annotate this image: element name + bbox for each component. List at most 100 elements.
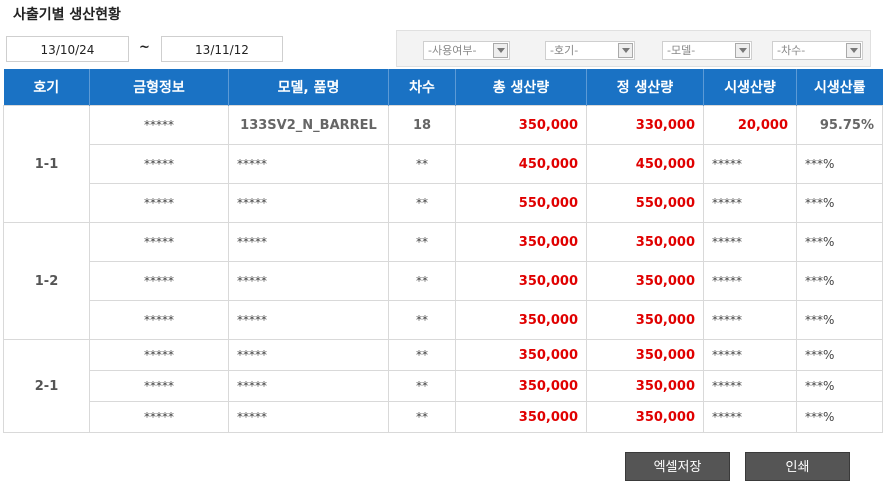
trial-qty-cell: ***** bbox=[703, 401, 797, 433]
table-row[interactable]: ***** ***** ** 550,000 550,000 ***** ***… bbox=[4, 183, 883, 223]
col-header-machine: 호기 bbox=[3, 69, 90, 106]
good-qty-cell: 350,000 bbox=[586, 300, 704, 340]
total-qty-cell: 350,000 bbox=[455, 222, 587, 262]
total-qty-cell: 350,000 bbox=[455, 261, 587, 301]
mold-cell: ***** bbox=[89, 401, 229, 433]
order-cell: ** bbox=[388, 300, 456, 340]
date-from-input[interactable]: 13/10/24 bbox=[6, 36, 129, 62]
trial-qty-cell: ***** bbox=[703, 261, 797, 301]
trial-rate-cell: ***% bbox=[796, 300, 883, 340]
good-qty-cell: 350,000 bbox=[586, 222, 704, 262]
order-cell: ** bbox=[388, 144, 456, 184]
chevron-down-icon[interactable] bbox=[735, 43, 750, 58]
col-header-order: 차수 bbox=[388, 69, 456, 106]
trial-rate-cell: 95.75% bbox=[796, 105, 883, 145]
model-cell: ***** bbox=[228, 144, 389, 184]
order-select[interactable]: -차수- bbox=[772, 41, 863, 60]
trial-qty-cell: ***** bbox=[703, 144, 797, 184]
machine-group-cell: 2-1 bbox=[3, 339, 90, 433]
trial-qty-cell: ***** bbox=[703, 370, 797, 402]
total-qty-cell: 550,000 bbox=[455, 183, 587, 223]
trial-rate-cell: ***% bbox=[796, 144, 883, 184]
col-header-mold: 금형정보 bbox=[89, 69, 229, 106]
mold-cell: ***** bbox=[89, 300, 229, 340]
date-to-input[interactable]: 13/11/12 bbox=[161, 36, 283, 62]
model-select-value: -모델- bbox=[667, 44, 696, 57]
use-yn-select[interactable]: -사용여부- bbox=[423, 41, 510, 60]
good-qty-cell: 550,000 bbox=[586, 183, 704, 223]
model-select[interactable]: -모델- bbox=[662, 41, 752, 60]
good-qty-cell: 350,000 bbox=[586, 261, 704, 301]
trial-rate-cell: ***% bbox=[796, 401, 883, 433]
col-header-total: 총 생산량 bbox=[455, 69, 587, 106]
mold-cell: ***** bbox=[89, 261, 229, 301]
model-cell: ***** bbox=[228, 401, 389, 433]
mold-cell: ***** bbox=[89, 144, 229, 184]
production-table: 호기 금형정보 모델, 품명 차수 총 생산량 정 생산량 시생산량 시생산률 … bbox=[3, 69, 883, 433]
mold-cell: ***** bbox=[89, 339, 229, 371]
machine-group-cell: 1-1 bbox=[3, 105, 90, 223]
chevron-down-icon[interactable] bbox=[846, 43, 861, 58]
trial-qty-cell: 20,000 bbox=[703, 105, 797, 145]
trial-rate-cell: ***% bbox=[796, 183, 883, 223]
chevron-down-icon[interactable] bbox=[493, 43, 508, 58]
trial-rate-cell: ***% bbox=[796, 261, 883, 301]
total-qty-cell: 350,000 bbox=[455, 370, 587, 402]
trial-qty-cell: ***** bbox=[703, 300, 797, 340]
trial-rate-cell: ***% bbox=[796, 339, 883, 371]
mold-cell: ***** bbox=[89, 222, 229, 262]
trial-rate-cell: ***% bbox=[796, 370, 883, 402]
chevron-down-icon[interactable] bbox=[618, 43, 633, 58]
order-cell: ** bbox=[388, 183, 456, 223]
good-qty-cell: 450,000 bbox=[586, 144, 704, 184]
model-cell: 133SV2_N_BARREL bbox=[228, 105, 389, 145]
col-header-trial-rate: 시생산률 bbox=[796, 69, 883, 106]
col-header-trial: 시생산량 bbox=[703, 69, 797, 106]
order-cell: ** bbox=[388, 401, 456, 433]
table-row[interactable]: 1-2 ***** ***** ** 350,000 350,000 *****… bbox=[3, 222, 883, 340]
good-qty-cell: 350,000 bbox=[586, 339, 704, 371]
order-cell: ** bbox=[388, 222, 456, 262]
good-qty-cell: 330,000 bbox=[586, 105, 704, 145]
machine-select-value: -호기- bbox=[550, 44, 579, 57]
table-header-row: 호기 금형정보 모델, 품명 차수 총 생산량 정 생산량 시생산량 시생산률 bbox=[3, 69, 883, 106]
table-row[interactable]: ***** ***** ** 450,000 450,000 ***** ***… bbox=[4, 144, 883, 184]
order-select-value: -차수- bbox=[777, 44, 806, 57]
order-cell: ** bbox=[388, 261, 456, 301]
print-button[interactable]: 인쇄 bbox=[745, 452, 850, 481]
col-header-model: 모델, 품명 bbox=[228, 69, 389, 106]
good-qty-cell: 350,000 bbox=[586, 401, 704, 433]
order-cell: ** bbox=[388, 339, 456, 371]
mold-cell: ***** bbox=[89, 370, 229, 402]
trial-rate-cell: ***% bbox=[796, 222, 883, 262]
total-qty-cell: 350,000 bbox=[455, 339, 587, 371]
model-cell: ***** bbox=[228, 370, 389, 402]
table-row[interactable]: 2-1 ***** ***** ** 350,000 350,000 *****… bbox=[3, 339, 883, 433]
use-yn-select-value: -사용여부- bbox=[428, 44, 477, 57]
trial-qty-cell: ***** bbox=[703, 183, 797, 223]
page-title: 사출기별 생산현황 bbox=[13, 7, 121, 23]
mold-cell: ***** bbox=[89, 183, 229, 223]
machine-select[interactable]: -호기- bbox=[545, 41, 635, 60]
total-qty-cell: 350,000 bbox=[455, 105, 587, 145]
trial-qty-cell: ***** bbox=[703, 222, 797, 262]
order-cell: ** bbox=[388, 370, 456, 402]
total-qty-cell: 350,000 bbox=[455, 401, 587, 433]
model-cell: ***** bbox=[228, 183, 389, 223]
total-qty-cell: 350,000 bbox=[455, 300, 587, 340]
model-cell: ***** bbox=[228, 300, 389, 340]
col-header-good: 정 생산량 bbox=[586, 69, 704, 106]
table-row[interactable]: ***** ***** ** 350,000 350,000 ***** ***… bbox=[4, 401, 883, 433]
table-row[interactable]: 1-1 ***** 133SV2_N_BARREL 18 350,000 330… bbox=[3, 105, 883, 223]
machine-group-cell: 1-2 bbox=[3, 222, 90, 340]
good-qty-cell: 350,000 bbox=[586, 370, 704, 402]
trial-qty-cell: ***** bbox=[703, 339, 797, 371]
order-cell: 18 bbox=[388, 105, 456, 145]
table-row[interactable]: ***** ***** ** 350,000 350,000 ***** ***… bbox=[4, 300, 883, 340]
date-separator: ~ bbox=[139, 40, 150, 55]
excel-save-button[interactable]: 엑셀저장 bbox=[625, 452, 730, 481]
model-cell: ***** bbox=[228, 339, 389, 371]
table-row[interactable]: ***** ***** ** 350,000 350,000 ***** ***… bbox=[4, 370, 883, 402]
model-cell: ***** bbox=[228, 222, 389, 262]
table-row[interactable]: ***** ***** ** 350,000 350,000 ***** ***… bbox=[4, 261, 883, 301]
